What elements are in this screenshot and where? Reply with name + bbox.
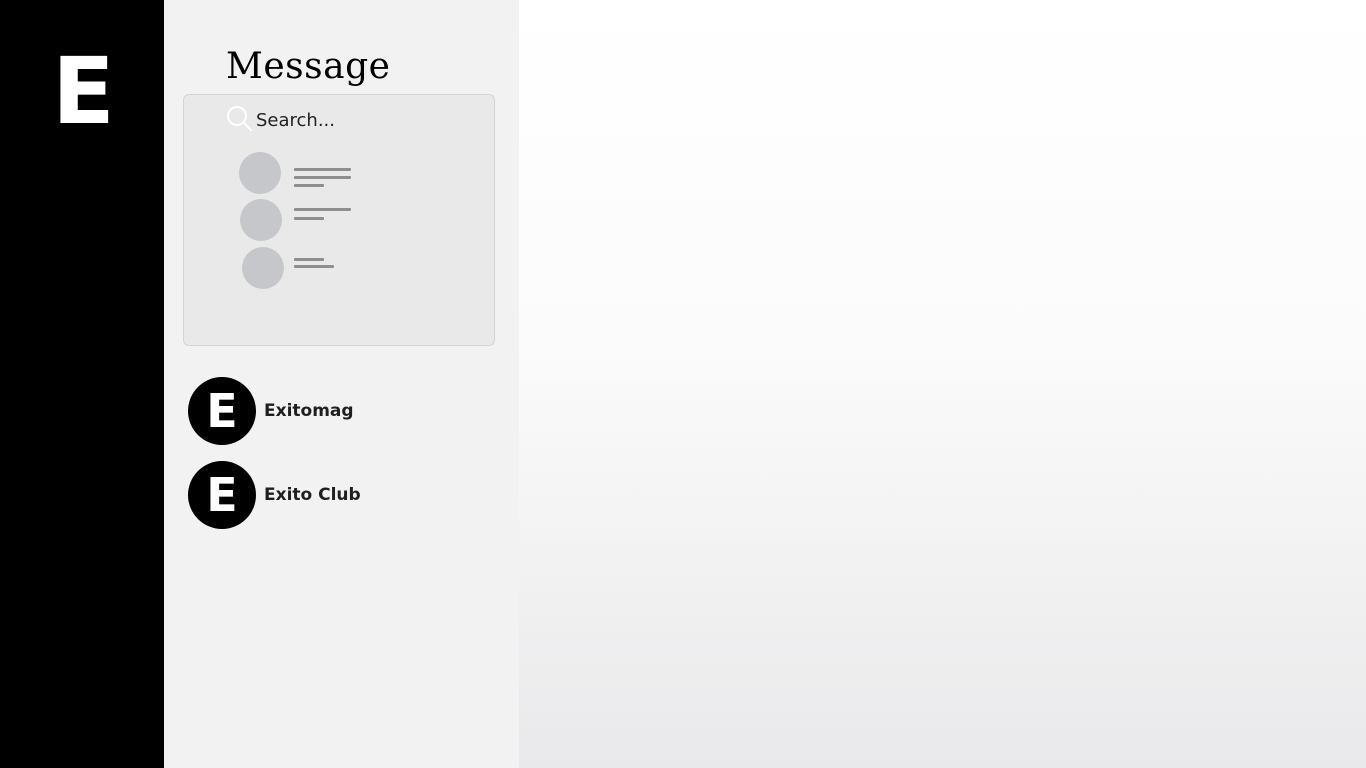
search-input[interactable] bbox=[256, 107, 466, 133]
skeleton-line bbox=[294, 258, 324, 261]
skeleton-line bbox=[294, 217, 324, 220]
avatar: E bbox=[188, 461, 256, 529]
side-rail: E bbox=[0, 0, 164, 768]
search-icon[interactable] bbox=[226, 105, 254, 133]
app-logo[interactable]: E bbox=[52, 46, 115, 138]
skeleton-avatar bbox=[239, 152, 281, 194]
conversation-name: Exito Club bbox=[264, 485, 361, 505]
skeleton-avatar bbox=[240, 199, 282, 241]
skeleton-line bbox=[294, 176, 351, 179]
page-title: Message bbox=[226, 46, 391, 87]
skeleton-line bbox=[294, 168, 351, 171]
conversation-item[interactable]: E Exito Club bbox=[188, 460, 488, 530]
skeleton-line bbox=[294, 184, 324, 187]
chat-area bbox=[519, 0, 1366, 768]
avatar: E bbox=[188, 377, 256, 445]
conversation-item[interactable]: E Exitomag bbox=[188, 376, 488, 446]
app-window: E Message Search... E Exitomag E Exito C… bbox=[0, 0, 1366, 768]
skeleton-line bbox=[294, 265, 334, 268]
conversation-name: Exitomag bbox=[264, 401, 354, 421]
message-panel: Message Search... E Exitomag E Exito Clu… bbox=[164, 0, 519, 768]
skeleton-avatar bbox=[242, 247, 284, 289]
skeleton-line bbox=[294, 208, 351, 211]
search-card bbox=[183, 94, 495, 346]
